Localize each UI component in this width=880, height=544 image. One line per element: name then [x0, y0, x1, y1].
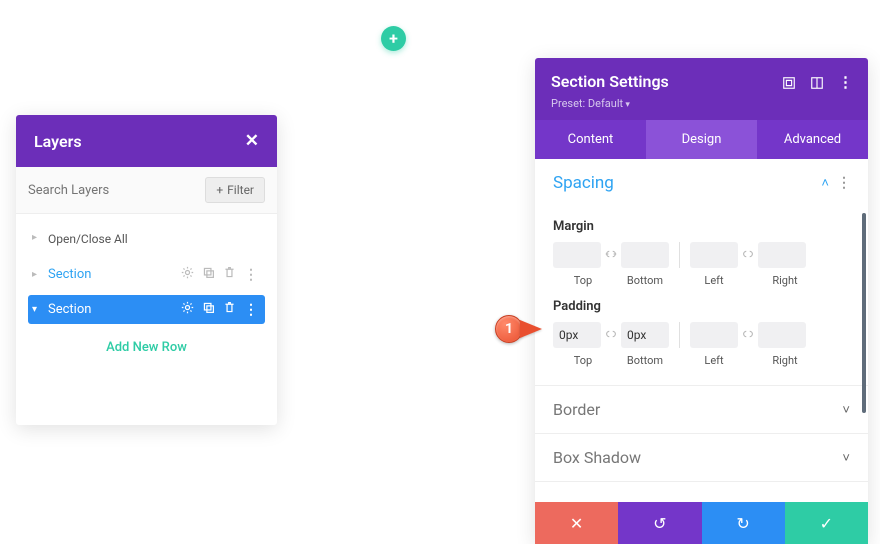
check-icon: ✓ [820, 514, 833, 533]
layer-label: Section [48, 302, 91, 317]
settings-header: Section Settings ⋮ Preset: Default [535, 58, 868, 120]
filter-button[interactable]: + Filter [205, 177, 265, 203]
close-icon[interactable]: ✕ [245, 131, 259, 151]
layers-header: Layers ✕ [16, 115, 277, 167]
label-bottom: Bottom [613, 354, 677, 367]
tab-advanced[interactable]: Advanced [757, 120, 868, 159]
layers-title: Layers [34, 132, 82, 151]
padding-row [553, 322, 850, 348]
cancel-button[interactable]: ✕ [535, 502, 618, 544]
spacing-controls: Margin Top Bottom Left Right Padding [535, 219, 868, 385]
undo-icon: ↺ [653, 514, 666, 533]
more-icon[interactable]: ⋮ [244, 302, 257, 318]
layer-row-section[interactable]: Section ⋮ [28, 260, 265, 289]
group-head-box-shadow[interactable]: Box Shadow ˅ [535, 434, 868, 481]
group-title: Border [553, 400, 600, 419]
settings-title: Section Settings [551, 72, 669, 91]
redo-button[interactable]: ↻ [702, 502, 785, 544]
search-input[interactable] [28, 183, 205, 198]
more-icon[interactable]: ⋮ [837, 175, 850, 191]
trash-icon[interactable] [223, 266, 236, 283]
plus-icon: + [389, 29, 398, 48]
padding-label: Padding [553, 299, 850, 314]
padding-left-input[interactable] [690, 322, 738, 348]
section-settings-panel: Section Settings ⋮ Preset: Default Conte… [535, 58, 868, 544]
label-right: Right [751, 274, 819, 287]
layers-panel: Layers ✕ + Filter Open/Close All Section… [16, 115, 277, 425]
layer-row-section-active[interactable]: Section ⋮ [28, 295, 265, 324]
separator [679, 322, 680, 348]
preset-dropdown[interactable]: Preset: Default [551, 97, 852, 110]
panel-icon[interactable] [810, 75, 824, 89]
layer-row-actions: ⋮ [181, 266, 257, 283]
settings-body: Spacing ˄ ⋮ Margin Top [535, 159, 868, 502]
link-icon[interactable] [601, 249, 621, 262]
expand-icon[interactable] [782, 75, 796, 89]
padding-top-input[interactable] [553, 322, 601, 348]
group-head-spacing[interactable]: Spacing ˄ ⋮ [535, 159, 868, 207]
undo-button[interactable]: ↺ [618, 502, 701, 544]
chevron-down-icon: ˅ [842, 402, 850, 418]
link-icon[interactable] [601, 329, 621, 342]
layers-body: Open/Close All Section ⋮ Section ⋮ Add N… [16, 214, 277, 425]
margin-left-input[interactable] [690, 242, 738, 268]
group-head-border[interactable]: Border ˅ [535, 386, 868, 433]
padding-bottom-input[interactable] [621, 322, 669, 348]
settings-tabs: Content Design Advanced [535, 120, 868, 159]
margin-label: Margin [553, 219, 850, 234]
more-icon[interactable]: ⋮ [838, 73, 852, 91]
settings-footer: ✕ ↺ ↻ ✓ [535, 502, 868, 544]
group-title: Spacing [553, 173, 614, 193]
padding-right-input[interactable] [758, 322, 806, 348]
redo-icon: ↻ [736, 514, 749, 533]
add-section-button[interactable]: + [381, 26, 406, 51]
duplicate-icon[interactable] [202, 266, 215, 283]
gear-icon[interactable] [181, 266, 194, 283]
label-left: Left [677, 354, 751, 367]
group-border: Border ˅ [535, 386, 868, 434]
link-icon[interactable] [738, 329, 758, 342]
margin-right-input[interactable] [758, 242, 806, 268]
close-icon: ✕ [570, 514, 583, 533]
layers-search-row: + Filter [16, 167, 277, 214]
gear-icon[interactable] [181, 301, 194, 318]
tab-content[interactable]: Content [535, 120, 646, 159]
callout-number: 1 [495, 315, 523, 343]
more-icon[interactable]: ⋮ [244, 267, 257, 283]
padding-sublabels: Top Bottom Left Right [553, 354, 850, 367]
layer-row-actions: ⋮ [181, 301, 257, 318]
filter-label: Filter [227, 183, 254, 197]
callout-marker: 1 [495, 315, 542, 343]
label-top: Top [553, 354, 613, 367]
callout-arrow-icon [520, 320, 542, 338]
group-title: Box Shadow [553, 448, 641, 467]
open-close-all[interactable]: Open/Close All [28, 224, 265, 260]
group-box-shadow: Box Shadow ˅ [535, 434, 868, 482]
margin-row [553, 242, 850, 268]
margin-bottom-input[interactable] [621, 242, 669, 268]
duplicate-icon[interactable] [202, 301, 215, 318]
link-icon[interactable] [738, 249, 758, 262]
label-right: Right [751, 354, 819, 367]
layer-label: Section [48, 267, 91, 282]
plus-icon: + [216, 183, 223, 197]
chevron-up-icon: ˄ [821, 175, 829, 191]
trash-icon[interactable] [223, 301, 236, 318]
margin-sublabels: Top Bottom Left Right [553, 274, 850, 287]
label-top: Top [553, 274, 613, 287]
tab-design[interactable]: Design [646, 120, 757, 159]
label-bottom: Bottom [613, 274, 677, 287]
group-spacing: Spacing ˄ ⋮ Margin Top [535, 159, 868, 386]
add-new-row-button[interactable]: Add New Row [48, 330, 245, 365]
margin-top-input[interactable] [553, 242, 601, 268]
label-left: Left [677, 274, 751, 287]
chevron-down-icon: ˅ [842, 450, 850, 466]
save-button[interactable]: ✓ [785, 502, 868, 544]
separator [679, 242, 680, 268]
scrollbar[interactable] [862, 213, 866, 413]
